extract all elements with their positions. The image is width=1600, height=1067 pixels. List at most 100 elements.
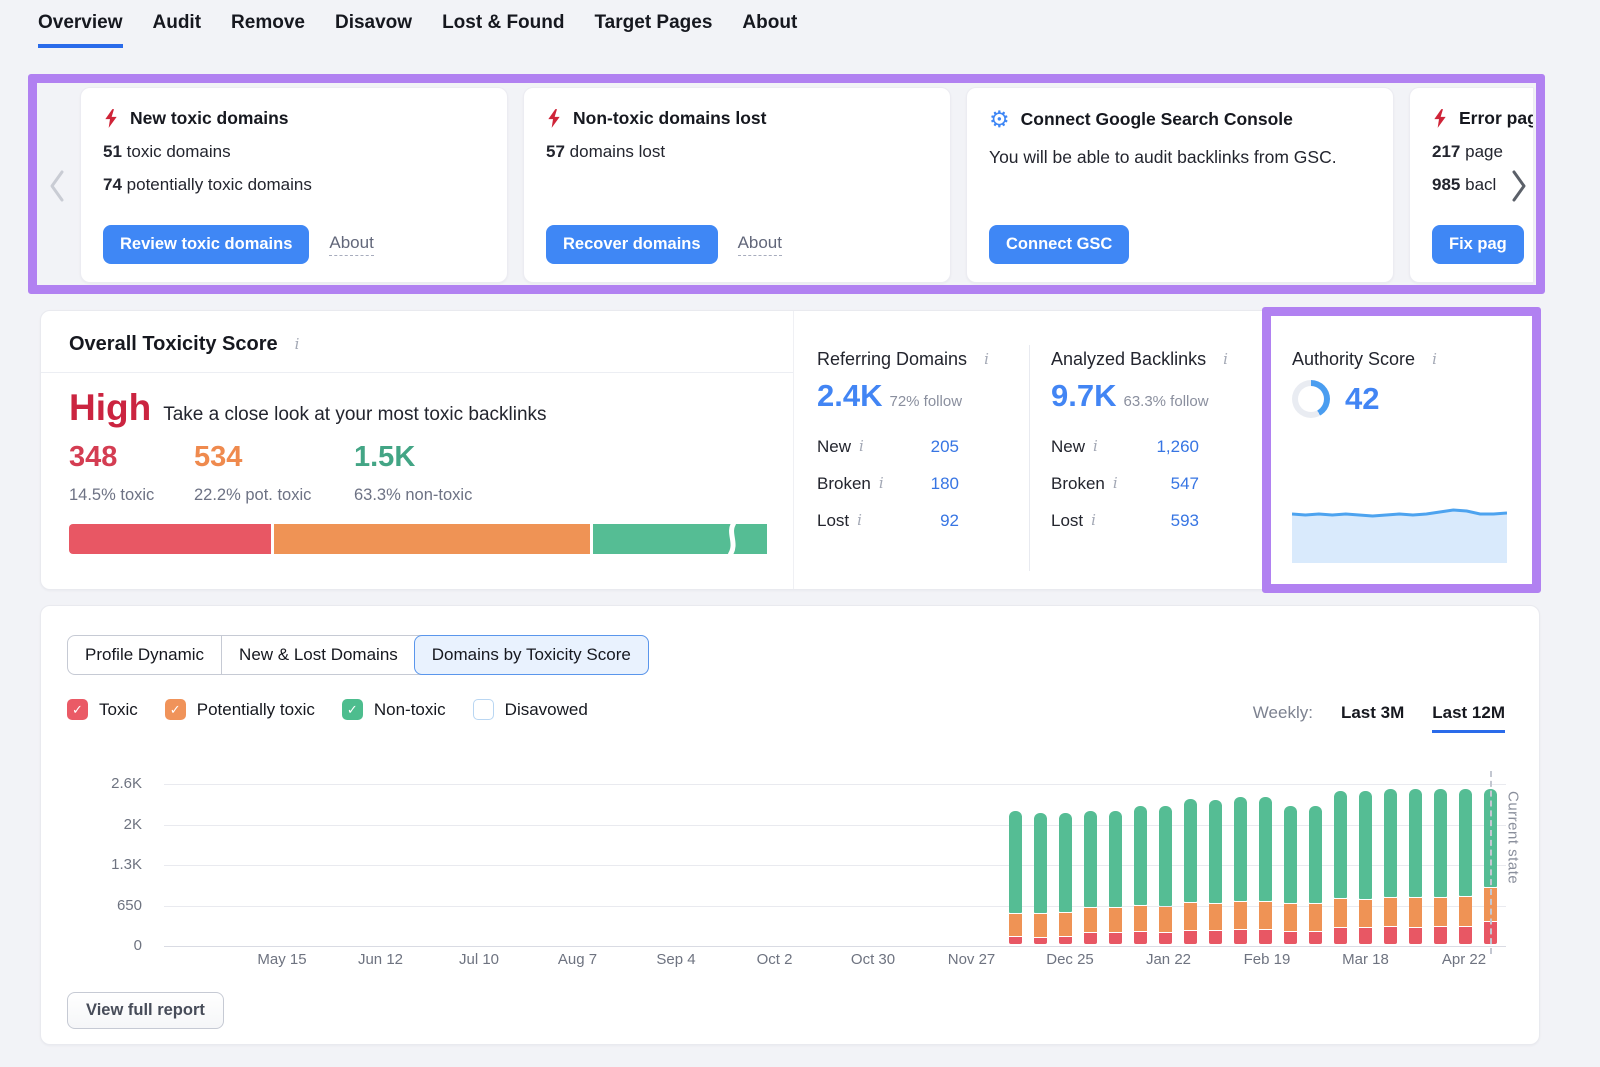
carousel-prev-button[interactable] [46,168,68,204]
bar-segment-non-toxic [1259,797,1272,901]
y-axis-tick-label: 2K [81,816,142,833]
tab-disavow[interactable]: Disavow [335,12,412,48]
authority-score-column: Authority Score i 42 [1292,349,1507,579]
stacked-bar [1109,811,1122,944]
info-icon[interactable]: i [879,476,884,491]
info-icon[interactable]: i [1093,439,1098,454]
x-axis-tick-label: Jun 12 [336,951,426,968]
bar-segment-potentially-toxic [1459,897,1472,926]
stacked-bar [1009,811,1022,944]
stacked-bar [1334,791,1347,944]
bar-segment-potentially-toxic [1109,908,1122,932]
carousel-next-button[interactable] [1508,168,1530,204]
gridline [164,825,1506,826]
stats-panel: Overall Toxicity Score i High Take a clo… [40,310,1540,590]
toxicity-bar-segment-non-toxic [593,524,767,554]
stacked-bar [1359,791,1372,944]
x-axis-tick-label: Aug 7 [533,951,623,968]
lost-backlinks-link[interactable]: 593 [1171,511,1199,531]
gridline [164,784,1506,785]
bar-segment-toxic [1109,933,1122,944]
stacked-bar-chart: 2.6K2K1.3K6500May 15Jun 12Jul 10Aug 7Sep… [41,606,1539,1044]
review-toxic-domains-button[interactable]: Review toxic domains [103,225,309,264]
analyzed-backlinks-title: Analyzed Backlinks [1051,349,1206,370]
x-axis-tick-label: Apr 22 [1419,951,1509,968]
card-title: Connect Google Search Console [1021,109,1293,130]
new-domains-link[interactable]: 205 [931,437,959,457]
tab-target-pages[interactable]: Target Pages [594,12,712,48]
bar-segment-non-toxic [1309,806,1322,904]
tab-about[interactable]: About [742,12,797,48]
stacked-bar [1084,811,1097,944]
bar-segment-toxic [1084,933,1097,944]
tab-remove[interactable]: Remove [231,12,305,48]
card-title: New toxic domains [130,108,289,129]
connect-gsc-button[interactable]: Connect GSC [989,225,1129,264]
info-icon[interactable]: i [295,337,300,352]
info-icon[interactable]: i [1223,352,1228,367]
divider [1029,345,1030,571]
stacked-bar [1434,789,1447,944]
gridline [164,865,1506,866]
x-axis-tick-label: Feb 19 [1222,951,1312,968]
top-navigation: Overview Audit Remove Disavow Lost & Fou… [38,12,797,48]
recover-domains-button[interactable]: Recover domains [546,225,718,264]
lost-domains-link[interactable]: 92 [940,511,959,531]
bar-segment-potentially-toxic [1059,913,1072,936]
bar-segment-potentially-toxic [1159,907,1172,932]
referring-domains-follow: 72% follow [889,393,962,410]
bar-segment-potentially-toxic [1359,900,1372,928]
bar-segment-potentially-toxic [1384,898,1397,926]
bar-segment-non-toxic [1359,791,1372,899]
broken-backlinks-link[interactable]: 547 [1171,474,1199,494]
chart-panel: Profile Dynamic New & Lost Domains Domai… [40,605,1540,1045]
bar-segment-toxic [1309,932,1322,944]
info-icon[interactable]: i [857,513,862,528]
stacked-bar [1184,799,1197,944]
x-axis-tick-label: May 15 [237,951,327,968]
bar-segment-toxic [1359,928,1372,944]
card-title: Non-toxic domains lost [573,108,766,129]
info-icon[interactable]: i [1432,352,1437,367]
toxic-stat: 348 14.5% toxic [69,441,154,505]
tab-lost-and-found[interactable]: Lost & Found [442,12,564,48]
toxicity-distribution-bar [69,524,761,554]
bar-segment-toxic [1059,937,1072,944]
toxicity-bar-segment-potentially-toxic [274,524,590,554]
bar-segment-toxic [1284,932,1297,945]
card-description: You will be able to audit backlinks from… [989,143,1371,171]
stat-row-lost: Losti 593 [1051,502,1199,539]
x-axis-tick-label: Oct 2 [730,951,820,968]
x-axis-tick-label: Mar 18 [1321,951,1411,968]
info-icon[interactable]: i [859,439,864,454]
broken-domains-link[interactable]: 180 [931,474,959,494]
view-full-report-button[interactable]: View full report [67,992,224,1029]
bar-segment-potentially-toxic [1184,903,1197,930]
bar-segment-toxic [1259,930,1272,944]
gridline [164,906,1506,907]
x-axis-tick-label: Sep 4 [631,951,721,968]
tab-audit[interactable]: Audit [153,12,202,48]
lightning-icon [1432,108,1448,129]
info-icon[interactable]: i [984,352,989,367]
bar-segment-toxic [1134,932,1147,944]
bar-segment-non-toxic [1084,811,1097,907]
stacked-bar [1159,806,1172,944]
about-link[interactable]: About [329,233,373,256]
bar-segment-potentially-toxic [1409,898,1422,926]
fix-pages-button[interactable]: Fix pag [1432,225,1524,264]
bar-segment-non-toxic [1284,806,1297,903]
bar-segment-potentially-toxic [1334,899,1347,927]
bar-segment-non-toxic [1459,789,1472,896]
chevron-right-icon [1508,191,1530,208]
bar-segment-potentially-toxic [1084,908,1097,932]
y-axis-tick-label: 0 [81,937,142,954]
bar-segment-toxic [1409,928,1422,945]
info-icon[interactable]: i [1113,476,1118,491]
bar-break-mark [725,524,739,554]
new-backlinks-link[interactable]: 1,260 [1156,437,1199,457]
info-icon[interactable]: i [1091,513,1096,528]
tab-overview[interactable]: Overview [38,12,123,48]
bar-segment-non-toxic [1409,789,1422,897]
about-link[interactable]: About [738,233,782,256]
